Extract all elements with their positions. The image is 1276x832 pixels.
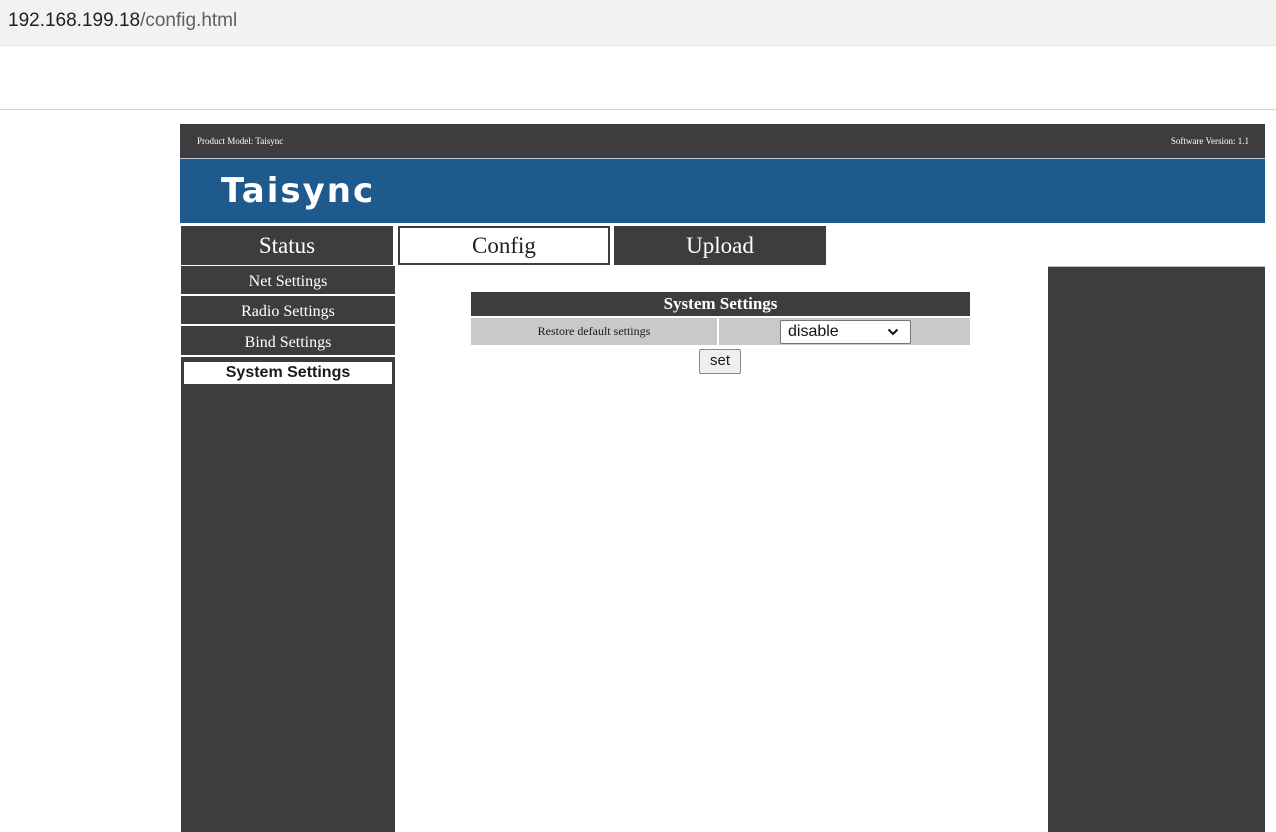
product-model: Product Model: Taisync [197,136,284,146]
address-bar[interactable]: 192.168.199.18/config.html [0,0,1276,46]
sidebar-item-radio-settings[interactable]: Radio Settings [181,298,395,326]
url-path: /config.html [140,10,238,31]
chevron-down-icon [887,328,899,336]
browser-toolbar-area [0,46,1276,110]
restore-default-label: Restore default settings [471,318,719,345]
tab-status[interactable]: Status [181,226,393,265]
sidebar-item-net-settings[interactable]: Net Settings [181,268,395,296]
brand-banner: Taisync [180,158,1265,223]
tab-upload[interactable]: Upload [614,226,826,265]
right-panel [1048,266,1265,832]
url-host: 192.168.199.18 [8,10,141,31]
panel-title: System Settings [471,292,970,316]
select-value: disable [788,323,839,340]
tab-config[interactable]: Config [398,226,610,265]
set-button[interactable]: set [699,349,741,374]
url-text[interactable]: 192.168.199.18/config.html [8,10,237,32]
restore-default-select[interactable]: disable [780,320,911,344]
brand-logo: Taisync [221,171,376,211]
software-version: Software Version: 1.1 [1170,136,1249,146]
sidebar-item-bind-settings[interactable]: Bind Settings [181,329,395,357]
sidebar-item-system-settings[interactable]: System Settings [181,359,395,387]
top-info-bar: Product Model: Taisync Software Version:… [180,124,1265,158]
